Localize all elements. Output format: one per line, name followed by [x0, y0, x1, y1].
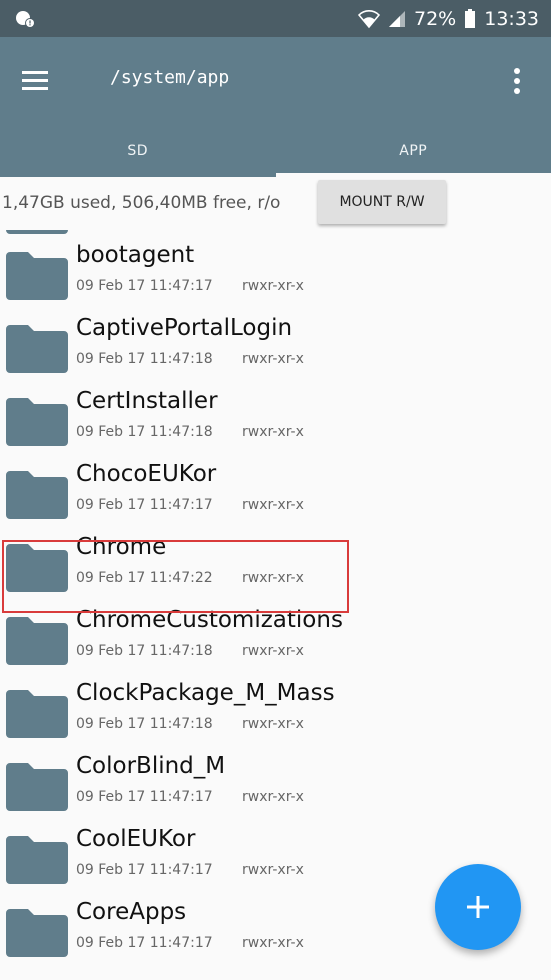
- file-permissions: rwxr-xr-x: [242, 643, 304, 659]
- file-permissions: rwxr-xr-x: [242, 862, 304, 878]
- notification-icon: [16, 11, 35, 28]
- mount-rw-button[interactable]: MOUNT R/W: [318, 180, 446, 224]
- tab-app-label: APP: [399, 143, 428, 159]
- status-bar: 72% 13:33: [0, 0, 551, 37]
- file-meta: 09 Feb 17 11:47:18 rwxr-xr-x: [76, 424, 304, 440]
- folder-icon: [6, 690, 68, 738]
- hamburger-menu-icon[interactable]: [16, 63, 54, 97]
- tab-sd[interactable]: SD: [0, 125, 276, 177]
- file-name: Chrome: [76, 534, 167, 560]
- file-name: ChocoEUKor: [76, 461, 217, 487]
- file-name: ClockPackage_M_Mass: [76, 680, 335, 706]
- clock-time: 13:33: [484, 8, 539, 30]
- folder-icon: [6, 544, 68, 592]
- file-date: 09 Feb 17 11:47:17: [76, 278, 213, 294]
- folder-icon: [6, 252, 68, 300]
- folder-icon: [6, 617, 68, 665]
- file-meta: 09 Feb 17 11:47:18 rwxr-xr-x: [76, 351, 304, 367]
- storage-tabs: SD APP: [0, 125, 551, 177]
- file-list-item[interactable]: ChromeCustomizations 09 Feb 17 11:47:18 rw…: [0, 603, 551, 676]
- file-list-item[interactable]: ChocoEUKor 09 Feb 17 11:47:17 rwxr-xr-x: [0, 457, 551, 530]
- tab-sd-label: SD: [127, 143, 149, 159]
- file-name: ChromeCustomizations: [76, 607, 343, 633]
- file-name: bootagent: [76, 242, 195, 268]
- file-meta: 09 Feb 17 11:47:18 rwxr-xr-x: [76, 643, 304, 659]
- file-meta: 09 Feb 17 11:47:17 rwxr-xr-x: [76, 789, 304, 805]
- more-vert-icon[interactable]: [505, 61, 529, 101]
- file-list-item[interactable]: ClockPackage_M_Mass 09 Feb 17 11:47:18 rwx…: [0, 676, 551, 749]
- storage-usage-text: 1,47GB used, 506,40MB free, r/o: [2, 193, 281, 213]
- folder-icon: [6, 230, 68, 234]
- file-name: CertInstaller: [76, 388, 218, 414]
- file-meta: 09 Feb 17 11:47:22 rwxr-xr-x: [76, 570, 304, 586]
- folder-icon: [6, 836, 68, 884]
- plus-icon: [467, 896, 489, 918]
- folder-icon: [6, 763, 68, 811]
- battery-percentage: 72%: [414, 8, 457, 30]
- file-list-item[interactable]: CertInstaller 09 Feb 17 11:47:18 rwxr-xr-x: [0, 384, 551, 457]
- file-name: CoolEUKor: [76, 826, 196, 852]
- file-meta: 09 Feb 17 11:47:17 rwxr-xr-x: [76, 862, 304, 878]
- file-permissions: rwxr-xr-x: [242, 935, 304, 951]
- file-date: 09 Feb 17 11:47:18: [76, 643, 213, 659]
- folder-icon: [6, 398, 68, 446]
- file-date: 09 Feb 17 11:47:22: [76, 570, 213, 586]
- folder-icon: [6, 325, 68, 373]
- file-date: 09 Feb 17 11:47:18: [76, 424, 213, 440]
- add-fab-button[interactable]: [435, 864, 521, 950]
- file-permissions: rwxr-xr-x: [242, 278, 304, 294]
- folder-icon: [6, 471, 68, 519]
- file-meta: 09 Feb 17 11:47:17 rwxr-xr-x: [76, 278, 304, 294]
- file-date: 09 Feb 17 11:47:17: [76, 862, 213, 878]
- file-list-item[interactable]: Chrome 09 Feb 17 11:47:22 rwxr-xr-x: [0, 530, 551, 603]
- file-permissions: rwxr-xr-x: [242, 424, 304, 440]
- folder-icon: [6, 909, 68, 957]
- battery-icon: [465, 9, 476, 28]
- file-meta: 09 Feb 17 11:47:17 rwxr-xr-x: [76, 935, 304, 951]
- cell-signal-icon: [389, 11, 405, 27]
- file-permissions: rwxr-xr-x: [242, 570, 304, 586]
- file-date: 09 Feb 17 11:47:18: [76, 716, 213, 732]
- file-date: 09 Feb 17 11:47:17: [76, 789, 213, 805]
- file-list-item[interactable]: CaptivePortalLogin 09 Feb 17 11:47:18 rwxr…: [0, 311, 551, 384]
- current-path: /system/app: [110, 67, 230, 88]
- tab-app[interactable]: APP: [275, 125, 551, 177]
- partial-list-item: [0, 230, 551, 238]
- file-name: CoreApps: [76, 899, 187, 925]
- file-date: 09 Feb 17 11:47:18: [76, 351, 213, 367]
- file-date: 09 Feb 17 11:47:17: [76, 935, 213, 951]
- file-permissions: rwxr-xr-x: [242, 789, 304, 805]
- file-permissions: rwxr-xr-x: [242, 497, 304, 513]
- file-permissions: rwxr-xr-x: [242, 716, 304, 732]
- status-indicators: 72% 13:33: [358, 6, 539, 32]
- file-list-item[interactable]: bootagent 09 Feb 17 11:47:17 rwxr-xr-x: [0, 238, 551, 311]
- file-name: CaptivePortalLogin: [76, 315, 293, 341]
- file-name: ColorBlind_M: [76, 753, 226, 779]
- wifi-icon: [358, 10, 380, 29]
- app-bar: /system/app SD APP: [0, 37, 551, 177]
- file-date: 09 Feb 17 11:47:17: [76, 497, 213, 513]
- file-permissions: rwxr-xr-x: [242, 351, 304, 367]
- file-meta: 09 Feb 17 11:47:17 rwxr-xr-x: [76, 497, 304, 513]
- file-meta: 09 Feb 17 11:47:18 rwxr-xr-x: [76, 716, 304, 732]
- file-list-item[interactable]: ColorBlind_M 09 Feb 17 11:47:17 rwxr-xr-x: [0, 749, 551, 822]
- storage-info-bar: 1,47GB used, 506,40MB free, r/o MOUNT R/…: [0, 177, 551, 229]
